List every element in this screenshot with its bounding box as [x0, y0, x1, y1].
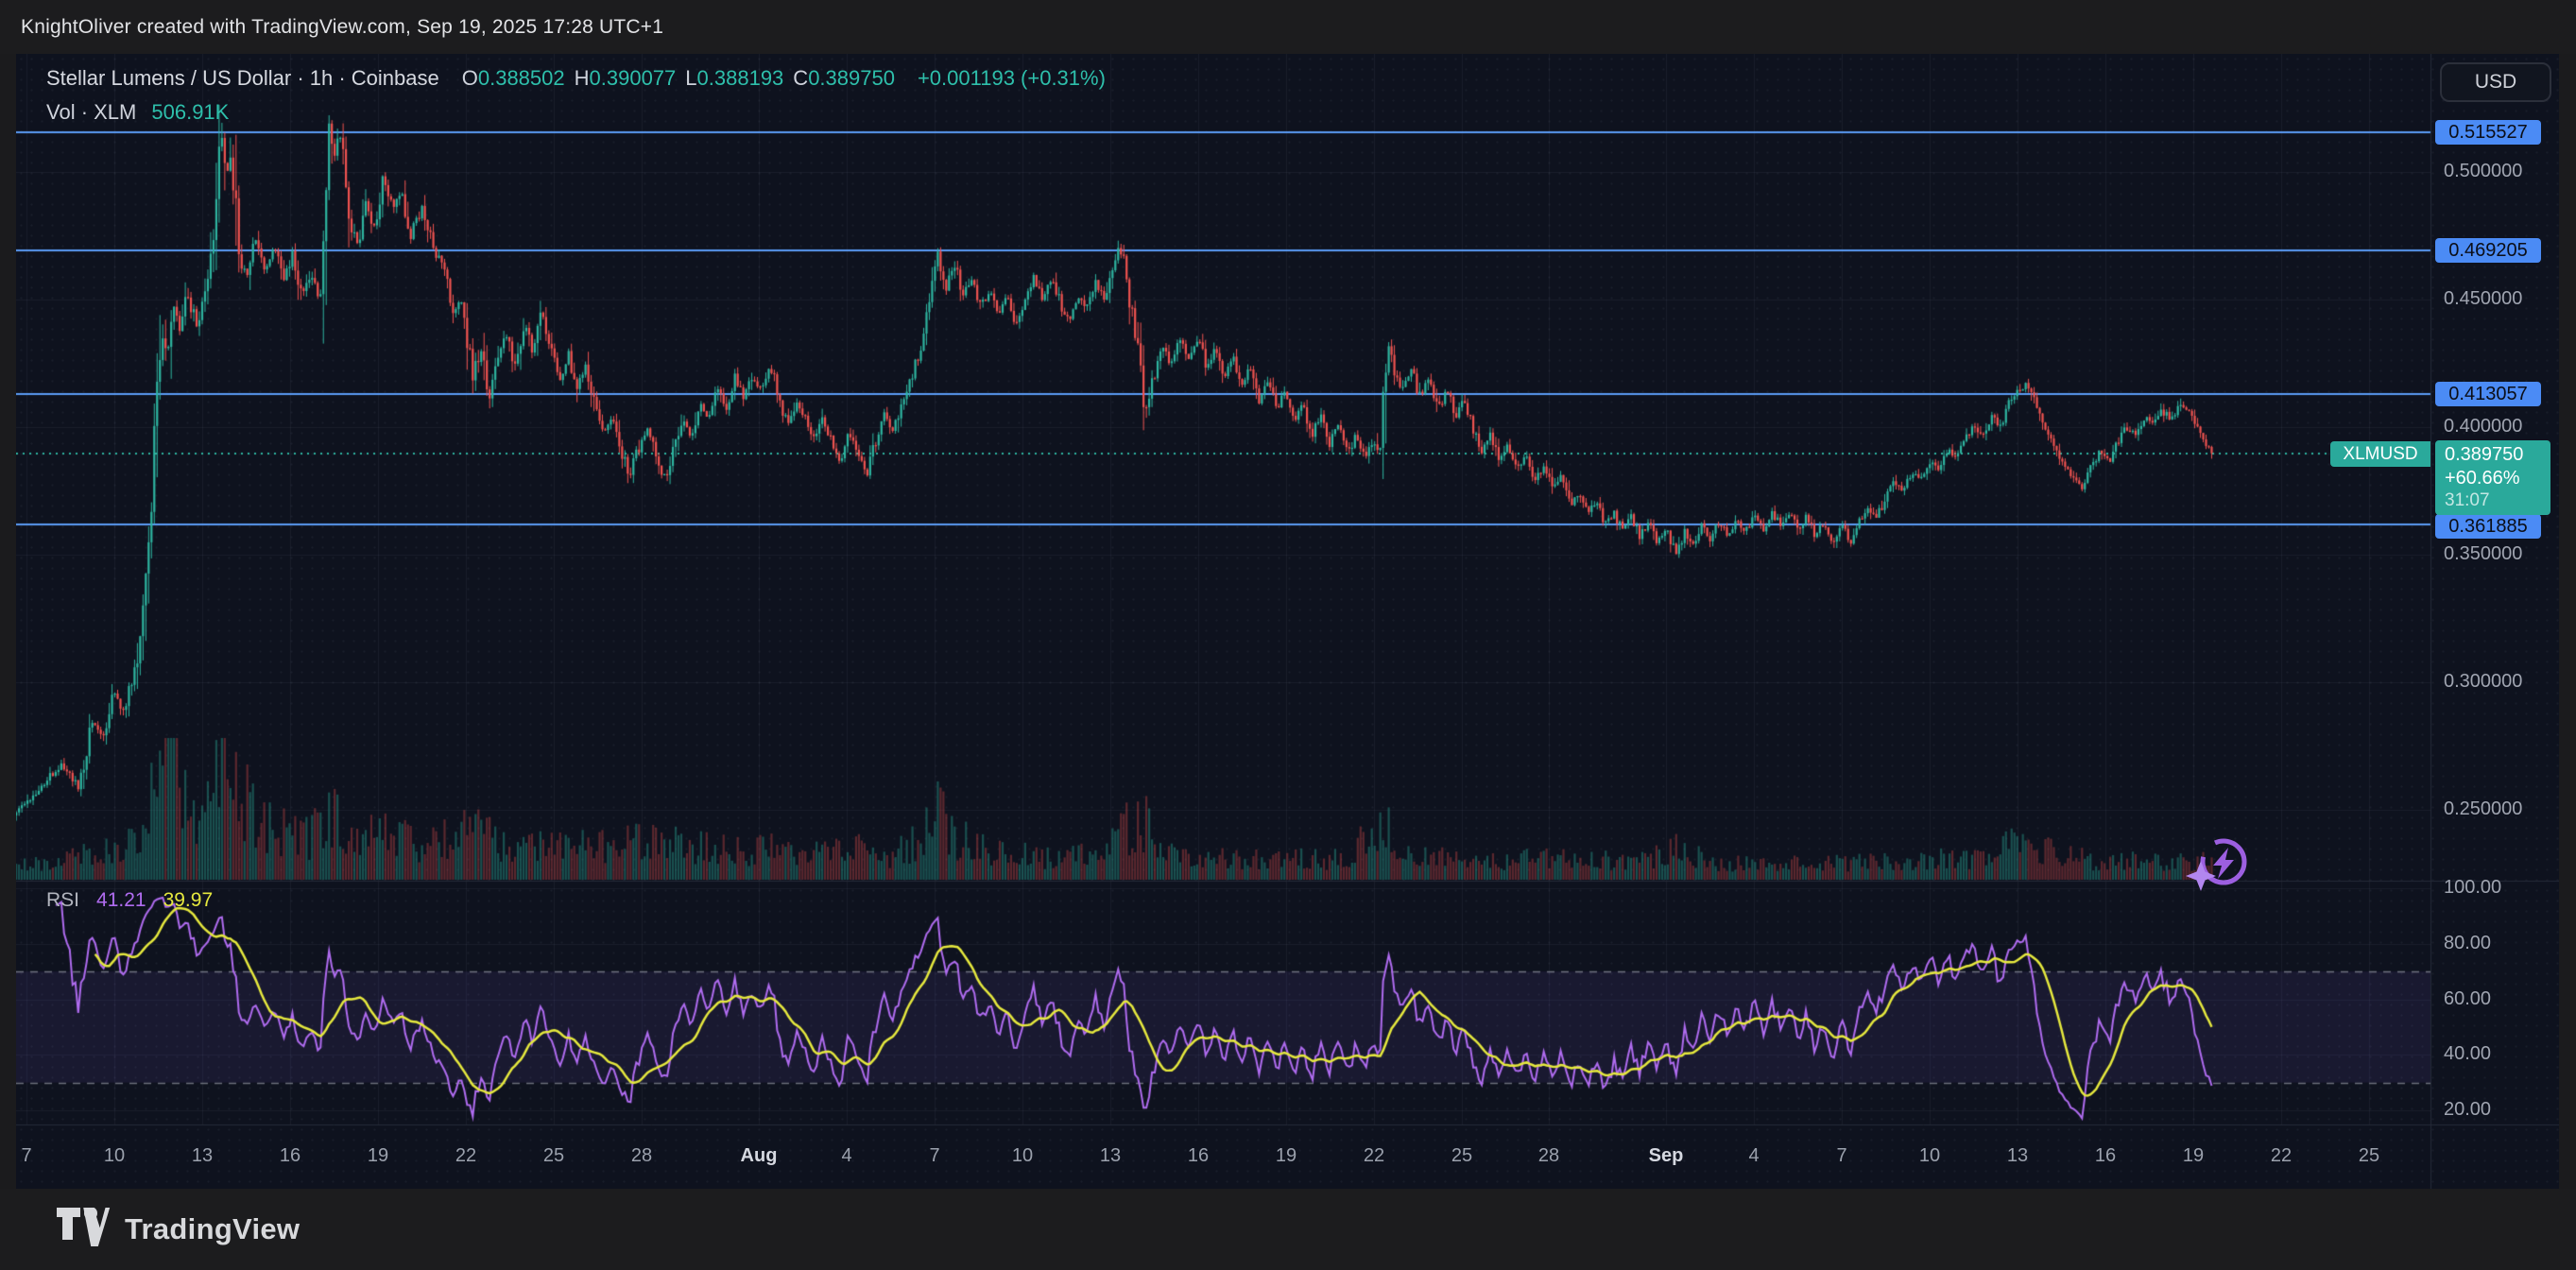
ohlc-label: O — [461, 66, 478, 90]
time-axis[interactable]: 7 10 13 16 19 22 25 28 Aug 4 7 10 13 16 19 22 25 28 Sep 4 7 1… — [16, 1124, 2559, 1189]
time-axis-label: 25 — [2358, 1145, 2380, 1166]
current-price-value: 0.389750 — [2445, 444, 2524, 465]
ohlc-label: C — [793, 66, 809, 90]
chart-widget: Stellar Lumens / US Dollar · 1h · Coinba… — [16, 54, 2559, 1189]
time-axis-label: 7 — [1836, 1145, 1847, 1166]
rsi-ma-value: 39.97 — [163, 889, 214, 911]
time-axis-month-label: Aug — [740, 1145, 778, 1166]
time-axis-label: 13 — [2006, 1145, 2029, 1166]
chart-canvas[interactable] — [16, 54, 2559, 1189]
rsi-axis-label: 100.00 — [2444, 877, 2502, 898]
time-axis-label: 22 — [455, 1145, 477, 1166]
rsi-axis-label: 40.00 — [2444, 1043, 2492, 1064]
ohlc-value: 0.388502 — [477, 66, 565, 90]
time-axis-label: 28 — [630, 1145, 653, 1166]
current-price-label: 0.389750 +60.66% 31:07 — [2435, 440, 2550, 515]
time-axis-label: 28 — [1537, 1145, 1560, 1166]
currency-button-label: USD — [2474, 71, 2517, 93]
rsi-title[interactable]: RSI — [46, 889, 79, 912]
price-axis-label: 0.250000 — [2444, 798, 2523, 819]
time-axis-label: 22 — [2270, 1145, 2293, 1166]
flash-lightning-button[interactable] — [2182, 827, 2258, 899]
symbol-change: +0.001193 (+0.31%) — [917, 66, 1106, 90]
time-axis-label: 16 — [2094, 1145, 2117, 1166]
time-axis-label: 13 — [1099, 1145, 1122, 1166]
time-axis-label: 19 — [2182, 1145, 2205, 1166]
time-axis-label: 22 — [1363, 1145, 1385, 1166]
volume-row: Vol · XLM 506.91K — [46, 100, 1106, 125]
symbol-row: Stellar Lumens / US Dollar · 1h · Coinba… — [46, 66, 1106, 91]
price-line-label: 0.361885 — [2435, 514, 2541, 539]
time-axis-label: 7 — [929, 1145, 940, 1166]
time-axis-label: 19 — [1275, 1145, 1297, 1166]
price-line-label: 0.515527 — [2435, 120, 2541, 145]
price-line-label: 0.413057 — [2435, 382, 2541, 406]
time-axis-label: 4 — [1748, 1145, 1760, 1166]
ohlc-values: O0.388502 H0.390077 L0.388193 C0.389750 — [453, 66, 895, 91]
time-axis-label: 19 — [367, 1145, 389, 1166]
rsi-axis-label: 20.00 — [2444, 1099, 2492, 1120]
rsi-axis-label: 80.00 — [2444, 933, 2492, 953]
time-axis-month-label: Sep — [1648, 1145, 1684, 1166]
symbol-price-tag-label: XLMUSD — [2343, 444, 2418, 464]
symbol-price-tag: XLMUSD — [2330, 441, 2430, 467]
symbol-title[interactable]: Stellar Lumens / US Dollar · 1h · Coinba… — [46, 66, 439, 91]
tradingview-logo-text: TradingView — [125, 1212, 301, 1245]
price-axis[interactable]: 0.500000 0.450000 0.400000 0.350000 0.300000… — [2430, 54, 2559, 1124]
time-axis-label: 10 — [1918, 1145, 1941, 1166]
price-axis-label: 0.400000 — [2444, 416, 2523, 437]
time-axis-label: 16 — [1187, 1145, 1210, 1166]
price-axis-label: 0.450000 — [2444, 288, 2523, 309]
attribution-bar: KnightOliver created with TradingView.co… — [0, 0, 2576, 54]
ohlc-label: L — [685, 66, 697, 90]
currency-button[interactable]: USD — [2440, 62, 2551, 102]
lightning-icon — [2186, 838, 2247, 891]
time-axis-label: 10 — [103, 1145, 126, 1166]
bar-countdown: 31:07 — [2445, 490, 2490, 510]
tradingview-logo[interactable]: TradingView — [57, 1208, 300, 1251]
time-axis-label: 13 — [191, 1145, 214, 1166]
attribution-text: KnightOliver created with TradingView.co… — [21, 15, 664, 38]
rsi-value: 41.21 — [96, 889, 146, 911]
price-axis-label: 0.350000 — [2444, 543, 2523, 564]
volume-value: 506.91K — [151, 100, 230, 124]
price-axis-label: 0.500000 — [2444, 161, 2523, 181]
rsi-axis-label: 60.00 — [2444, 988, 2492, 1009]
pane-legend: Stellar Lumens / US Dollar · 1h · Coinba… — [46, 66, 1106, 125]
time-axis-label: 10 — [1011, 1145, 1034, 1166]
footer-bar: TradingView — [0, 1189, 2576, 1270]
ohlc-value: 0.389750 — [808, 66, 895, 90]
rsi-legend: RSI 41.21 39.97 — [46, 889, 213, 912]
price-line-label: 0.469205 — [2435, 238, 2541, 263]
ohlc-value: 0.388193 — [696, 66, 784, 90]
price-axis-label: 0.300000 — [2444, 671, 2523, 692]
volume-label: Vol · XLM — [46, 100, 137, 124]
current-change-percent: +60.66% — [2445, 468, 2520, 489]
time-axis-label: 7 — [21, 1145, 32, 1166]
time-axis-label: 25 — [542, 1145, 565, 1166]
time-axis-label: 16 — [279, 1145, 301, 1166]
ohlc-value: 0.390077 — [589, 66, 677, 90]
tradingview-logo-icon — [57, 1208, 111, 1247]
ohlc-label: H — [574, 66, 590, 90]
time-axis-label: 25 — [1451, 1145, 1473, 1166]
time-axis-label: 4 — [841, 1145, 852, 1166]
